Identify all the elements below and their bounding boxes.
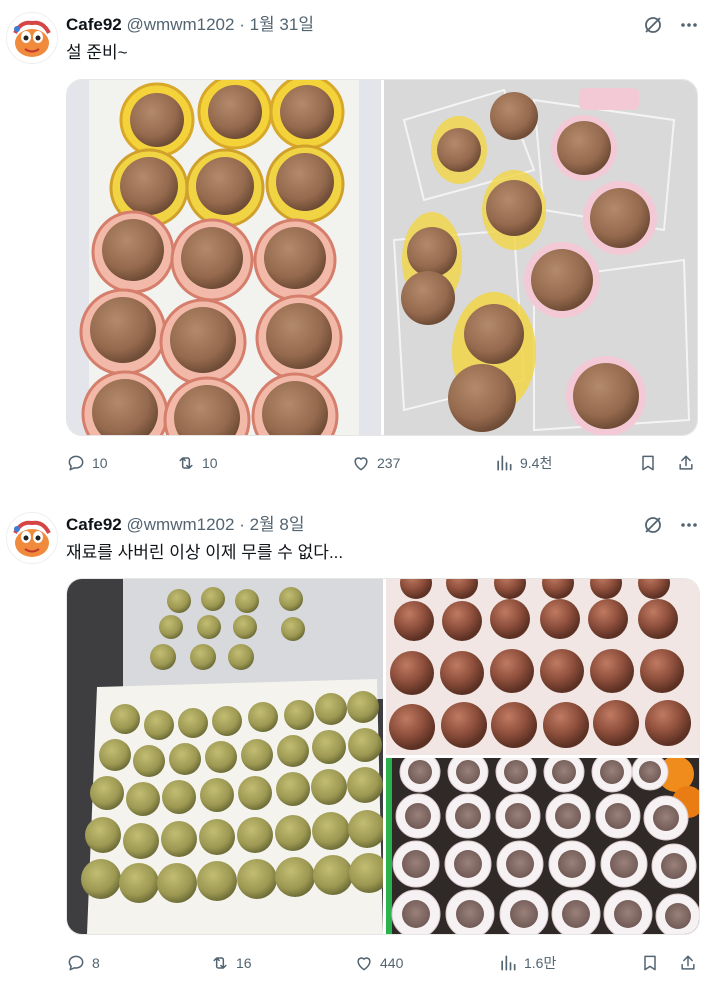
tweet-date[interactable]: 1월 31일 <box>250 15 314 34</box>
reply-button[interactable]: 8 <box>66 951 100 975</box>
tweet-date[interactable]: 2월 8일 <box>250 515 305 534</box>
separator: · <box>239 15 245 34</box>
reply-icon <box>68 455 84 471</box>
tweet-top-actions <box>642 14 700 36</box>
media-grid[interactable] <box>66 578 700 935</box>
like-count: 237 <box>377 455 401 471</box>
reply-count: 10 <box>92 455 108 471</box>
tweet-2[interactable]: Cafe92 @wmwm1202 · 2월 8일 재료를 사버린 이상 이제 무… <box>0 500 714 994</box>
share-button[interactable] <box>678 951 698 975</box>
tweet-text: 재료를 사버린 이상 이제 무를 수 없다... <box>66 543 344 562</box>
handle[interactable]: @wmwm1202 <box>127 515 235 534</box>
handle[interactable]: @wmwm1202 <box>127 15 235 34</box>
more-horizontal-icon[interactable] <box>678 14 700 36</box>
bookmark-icon <box>642 455 654 471</box>
retweet-icon <box>179 457 193 469</box>
tweet-actions: 8 16 440 1.6만 <box>66 951 698 975</box>
avatar[interactable] <box>6 512 58 564</box>
photo-matcha-truffles[interactable] <box>67 579 383 934</box>
photo-wrapped-truffles[interactable] <box>384 80 697 435</box>
reply-icon <box>68 955 84 971</box>
tweet-text: 설 준비~ <box>66 43 128 62</box>
tweet-1[interactable]: Cafe92 @wmwm1202 · 1월 31일 설 준비~ 10 10 23… <box>0 0 714 490</box>
heart-icon <box>357 957 371 971</box>
bookmark-button[interactable] <box>640 951 660 975</box>
analytics-icon <box>501 955 516 971</box>
retweet-count: 10 <box>202 455 218 471</box>
avatar[interactable] <box>6 12 58 64</box>
media-grid[interactable] <box>66 79 698 436</box>
display-name[interactable]: Cafe92 <box>66 15 122 34</box>
heart-icon <box>354 457 368 471</box>
display-name[interactable]: Cafe92 <box>66 515 122 534</box>
reply-button[interactable]: 10 <box>66 451 108 475</box>
photo-chocolate-balls[interactable] <box>386 579 699 755</box>
photo-cups-in-tray[interactable] <box>386 758 699 934</box>
retweet-icon <box>213 957 227 969</box>
separator: · <box>239 515 245 534</box>
retweet-count: 16 <box>236 955 252 971</box>
more-horizontal-icon[interactable] <box>678 514 700 536</box>
views-button[interactable]: 9.4천 <box>494 451 552 475</box>
like-count: 440 <box>380 955 404 971</box>
views-count: 9.4천 <box>520 455 553 471</box>
photo-cocoa-truffles-cups[interactable] <box>67 80 381 435</box>
share-icon <box>679 455 693 470</box>
like-button[interactable]: 440 <box>354 951 403 975</box>
analytics-icon <box>497 455 512 471</box>
reply-count: 8 <box>92 955 100 971</box>
retweet-button[interactable]: 10 <box>176 451 218 475</box>
tweet-top-actions <box>642 514 700 536</box>
bookmark-icon <box>644 955 656 971</box>
views-button[interactable]: 1.6만 <box>498 951 556 975</box>
retweet-button[interactable]: 16 <box>210 951 252 975</box>
views-count: 1.6만 <box>524 955 557 971</box>
like-button[interactable]: 237 <box>351 451 400 475</box>
tweet-header: Cafe92 @wmwm1202 · 1월 31일 <box>66 14 314 36</box>
slashed-circle-icon[interactable] <box>642 14 664 36</box>
share-button[interactable] <box>676 451 696 475</box>
tweet-header: Cafe92 @wmwm1202 · 2월 8일 <box>66 514 305 536</box>
slashed-circle-icon[interactable] <box>642 514 664 536</box>
bookmark-button[interactable] <box>638 451 658 475</box>
share-icon <box>681 955 695 970</box>
tweet-actions: 10 10 237 9.4천 <box>66 451 698 475</box>
